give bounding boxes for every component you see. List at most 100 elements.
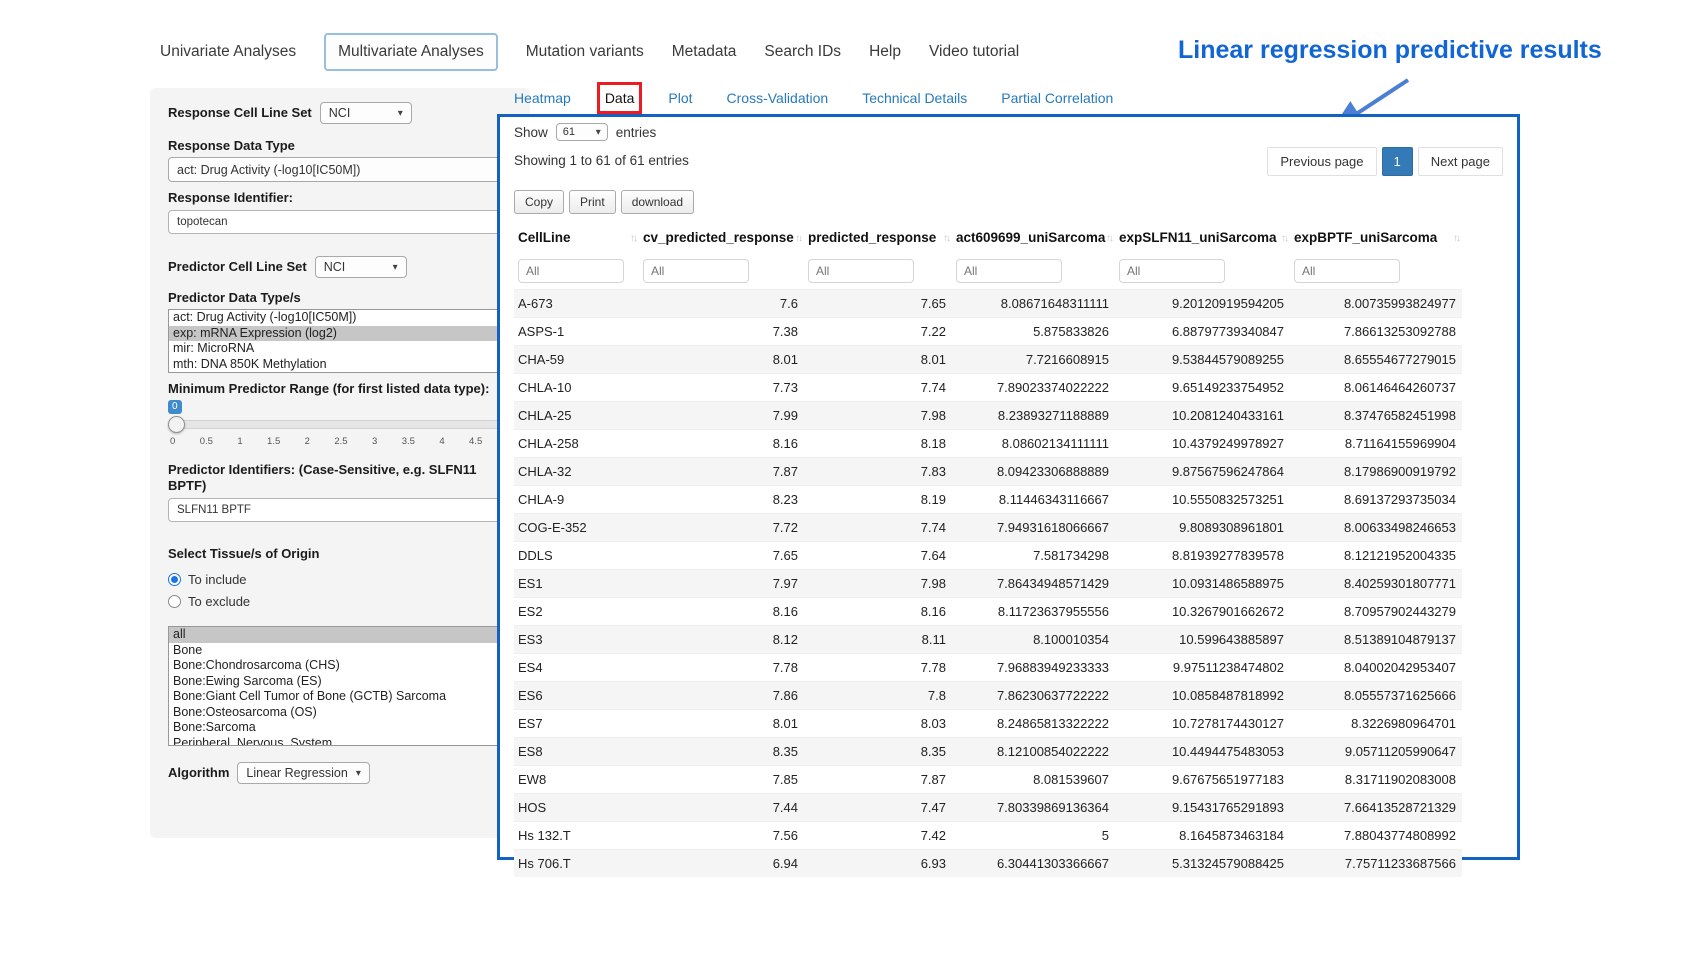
nav-item-mutation-variants[interactable]: Mutation variants xyxy=(526,43,644,61)
column-filter-input[interactable] xyxy=(643,259,749,283)
nav-item-video-tutorial[interactable]: Video tutorial xyxy=(929,43,1019,61)
option-bone-osteosarcoma-os[interactable]: Bone:Osteosarcoma (OS) xyxy=(169,705,511,721)
tab-partial-correlation[interactable]: Partial Correlation xyxy=(1001,90,1113,106)
response-identifier-input[interactable] xyxy=(168,210,512,234)
table-row[interactable]: CHLA-257.997.988.2389327118888910.208124… xyxy=(514,402,1462,430)
table-row[interactable]: EW87.857.878.0815396079.676756519771838.… xyxy=(514,766,1462,794)
table-row[interactable]: ES78.018.038.2486581332222210.7278174430… xyxy=(514,710,1462,738)
slider-handle[interactable] xyxy=(168,416,185,433)
column-header-expbptf-unisarcoma[interactable]: expBPTF_uniSarcoma↑↓ xyxy=(1290,222,1462,253)
table-row[interactable]: COG-E-3527.727.747.949316180666679.80893… xyxy=(514,514,1462,542)
table-row[interactable]: ES28.168.168.1172363795555610.3267901662… xyxy=(514,598,1462,626)
option-bone-chondrosarcoma-chs[interactable]: Bone:Chondrosarcoma (CHS) xyxy=(169,658,511,674)
filter-cell xyxy=(1115,253,1290,290)
min-predictor-range-slider[interactable]: 0 5 00.511.522.533.544.55 xyxy=(168,400,512,452)
option-exp-mrna-expression-log2[interactable]: exp: mRNA Expression (log2) xyxy=(169,326,511,342)
option-act-drug-activity-log10-ic50m[interactable]: act: Drug Activity (-log10[IC50M]) xyxy=(169,310,511,326)
table-row[interactable]: ES88.358.358.1210085402222210.4494475483… xyxy=(514,738,1462,766)
radio-to-exclude[interactable]: To exclude xyxy=(168,590,512,612)
tab-data[interactable]: Data xyxy=(605,90,635,106)
table-row[interactable]: CHLA-107.737.747.890233740222229.6514923… xyxy=(514,374,1462,402)
cell: ASPS-1 xyxy=(514,318,639,346)
table-row[interactable]: CHA-598.018.017.72166089159.538445790892… xyxy=(514,346,1462,374)
table-row[interactable]: A-6737.67.658.086716483111119.2012091959… xyxy=(514,290,1462,318)
response-cell-line-set-select[interactable]: NCI ▾ xyxy=(320,102,412,124)
option-bone-sarcoma[interactable]: Bone:Sarcoma xyxy=(169,720,511,736)
nav-item-help[interactable]: Help xyxy=(869,43,901,61)
algorithm-select[interactable]: Linear Regression ▾ xyxy=(237,762,369,784)
cell: ES6 xyxy=(514,682,639,710)
tab-heatmap[interactable]: Heatmap xyxy=(514,90,571,106)
predictor-data-type-list[interactable]: act: Drug Activity (-log10[IC50M])exp: m… xyxy=(168,309,512,373)
download-button[interactable]: download xyxy=(621,190,694,214)
slider-track[interactable] xyxy=(168,420,512,429)
column-filter-input[interactable] xyxy=(956,259,1062,283)
sort-icon[interactable]: ↑↓ xyxy=(795,233,801,244)
table-row[interactable]: ES47.787.787.968839492333339.97511238474… xyxy=(514,654,1462,682)
chevron-down-icon: ▾ xyxy=(596,127,601,138)
cell: 8.16 xyxy=(804,598,952,626)
cell: 7.99 xyxy=(639,402,804,430)
tab-plot[interactable]: Plot xyxy=(668,90,692,106)
table-row[interactable]: Hs 706.T6.946.936.304413033666675.313245… xyxy=(514,850,1462,878)
sort-icon[interactable]: ↑↓ xyxy=(1453,233,1459,244)
next-page-button[interactable]: Next page xyxy=(1418,147,1503,176)
radio-to-include[interactable]: To include xyxy=(168,568,512,590)
column-filter-input[interactable] xyxy=(808,259,914,283)
table-row[interactable]: CHLA-2588.168.188.0860213411111110.43792… xyxy=(514,430,1462,458)
copy-button[interactable]: Copy xyxy=(514,190,564,214)
results-table: CellLine↑↓cv_predicted_response↑↓predict… xyxy=(514,222,1462,877)
table-filter-row xyxy=(514,253,1462,290)
nav-item-metadata[interactable]: Metadata xyxy=(672,43,737,61)
table-row[interactable]: CHLA-98.238.198.1144634311666710.5550832… xyxy=(514,486,1462,514)
option-mth-dna-850k-methylation[interactable]: mth: DNA 850K Methylation xyxy=(169,357,511,373)
sort-icon[interactable]: ↑↓ xyxy=(1106,233,1112,244)
nav-item-univariate-analyses[interactable]: Univariate Analyses xyxy=(160,43,296,61)
column-header-cv-predicted-response[interactable]: cv_predicted_response↑↓ xyxy=(639,222,804,253)
predictor-cell-line-set-label: Predictor Cell Line Set xyxy=(168,259,307,275)
table-row[interactable]: ES17.977.987.8643494857142910.0931486588… xyxy=(514,570,1462,598)
table-row[interactable]: ES38.128.118.10001035410.5996438858978.5… xyxy=(514,626,1462,654)
show-entries-select[interactable]: 61 ▾ xyxy=(556,123,608,141)
predictor-cell-line-set-select[interactable]: NCI ▾ xyxy=(315,256,407,278)
column-header-act609699-unisarcoma[interactable]: act609699_uniSarcoma↑↓ xyxy=(952,222,1115,253)
cell: 8.12 xyxy=(639,626,804,654)
table-row[interactable]: DDLS7.657.647.5817342988.819392778395788… xyxy=(514,542,1462,570)
column-filter-input[interactable] xyxy=(1119,259,1225,283)
tissue-list[interactable]: allBoneBone:Chondrosarcoma (CHS)Bone:Ewi… xyxy=(168,626,512,746)
previous-page-button[interactable]: Previous page xyxy=(1267,147,1376,176)
nav-item-search-ids[interactable]: Search IDs xyxy=(764,43,841,61)
option-bone[interactable]: Bone xyxy=(169,643,511,659)
column-filter-input[interactable] xyxy=(1294,259,1400,283)
cell: 9.87567596247864 xyxy=(1115,458,1290,486)
response-data-type-select[interactable]: act: Drug Activity (-log10[IC50M]) ▾ xyxy=(168,157,512,182)
column-header-predicted-response[interactable]: predicted_response↑↓ xyxy=(804,222,952,253)
option-peripheral-nervous-system[interactable]: Peripheral_Nervous_System xyxy=(169,736,511,747)
cell: 10.3267901662672 xyxy=(1115,598,1290,626)
nav-item-multivariate-analyses[interactable]: Multivariate Analyses xyxy=(324,33,498,71)
sort-icon[interactable]: ↑↓ xyxy=(943,233,949,244)
cell: ES4 xyxy=(514,654,639,682)
cell: 8.51389104879137 xyxy=(1290,626,1462,654)
table-row[interactable]: CHLA-327.877.838.094233068888899.8756759… xyxy=(514,458,1462,486)
page-number-button[interactable]: 1 xyxy=(1382,147,1413,176)
cell: 7.22 xyxy=(804,318,952,346)
tab-cross-validation[interactable]: Cross-Validation xyxy=(727,90,829,106)
option-bone-giant-cell-tumor-of-bone-gctb-sarcoma[interactable]: Bone:Giant Cell Tumor of Bone (GCTB) Sar… xyxy=(169,689,511,705)
table-row[interactable]: HOS7.447.477.803398691363649.15431765291… xyxy=(514,794,1462,822)
print-button[interactable]: Print xyxy=(569,190,616,214)
table-row[interactable]: Hs 132.T7.567.4258.16458734631847.880437… xyxy=(514,822,1462,850)
table-row[interactable]: ES67.867.87.8623063772222210.08584878189… xyxy=(514,682,1462,710)
sort-icon[interactable]: ↑↓ xyxy=(1281,233,1287,244)
column-header-cellline[interactable]: CellLine↑↓ xyxy=(514,222,639,253)
sort-icon[interactable]: ↑↓ xyxy=(630,233,636,244)
option-bone-ewing-sarcoma-es[interactable]: Bone:Ewing Sarcoma (ES) xyxy=(169,674,511,690)
cell: 9.8089308961801 xyxy=(1115,514,1290,542)
column-header-expslfn11-unisarcoma[interactable]: expSLFN11_uniSarcoma↑↓ xyxy=(1115,222,1290,253)
tab-technical-details[interactable]: Technical Details xyxy=(862,90,967,106)
column-filter-input[interactable] xyxy=(518,259,624,283)
predictor-identifiers-input[interactable] xyxy=(168,498,512,522)
option-all[interactable]: all xyxy=(169,627,511,643)
option-mir-microrna[interactable]: mir: MicroRNA xyxy=(169,341,511,357)
table-row[interactable]: ASPS-17.387.225.8758338266.8879773934084… xyxy=(514,318,1462,346)
